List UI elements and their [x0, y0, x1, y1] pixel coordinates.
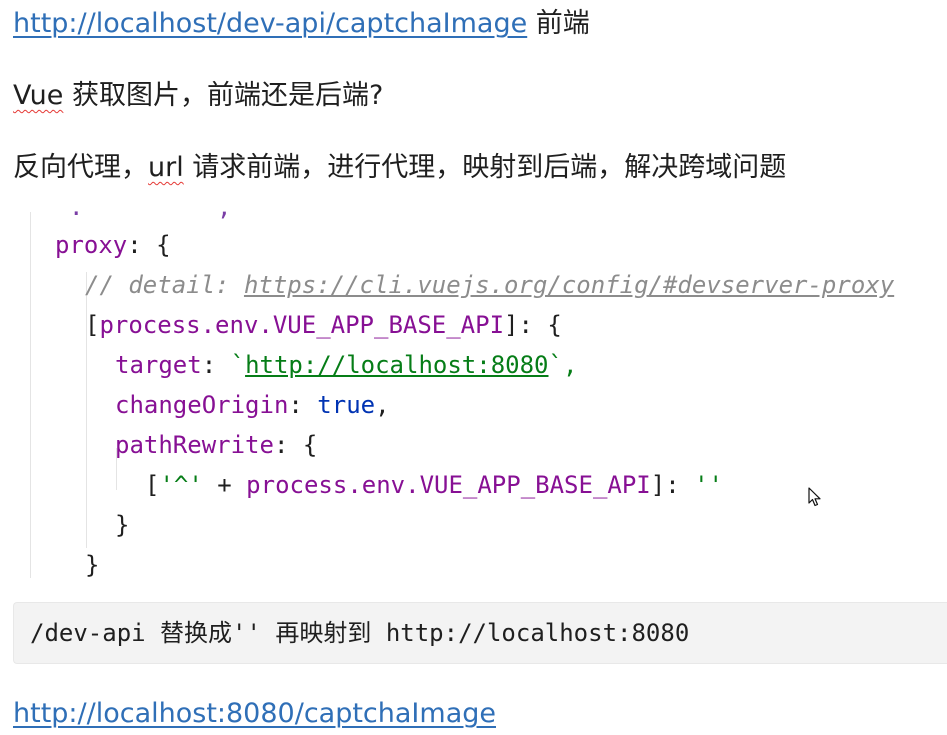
mouse-pointer-icon — [808, 487, 821, 507]
code-line-rewrite-rule: ['^' + process.env.VUE_APP_BASE_API]: '' — [145, 470, 723, 500]
note-line-1-text: 前端 — [527, 8, 590, 39]
note-line-3-pre: 反向代理， — [13, 152, 148, 183]
code-line-target: target: `http://localhost:8080`, — [115, 350, 577, 380]
code-punct: ]: { — [504, 311, 562, 339]
note-line-2: Vue 获取图片，前端还是后端? — [13, 78, 383, 114]
code-punct: + — [202, 471, 247, 499]
captcha-8080-link[interactable]: http://localhost:8080/captchaImage — [13, 698, 496, 729]
code-line-close-inner: } — [115, 510, 129, 540]
empty-string: '' — [694, 471, 724, 499]
path-rewrite-key: pathRewrite — [115, 431, 274, 459]
change-origin-key: changeOrigin — [115, 391, 289, 419]
true-value: true — [317, 391, 376, 419]
caret-string: '^' — [159, 471, 203, 499]
note-line-3: 反向代理，url 请求前端，进行代理，映射到后端，解决跨域问题 — [13, 150, 786, 186]
url-word: url — [148, 152, 184, 183]
env-expression: process.env.VUE_APP_BASE_API — [246, 471, 651, 499]
backtick: ` — [230, 351, 246, 379]
comment-url[interactable]: https://cli.vuejs.org/config/#devserver-… — [244, 271, 894, 299]
code-line-path-rewrite: pathRewrite: { — [115, 430, 317, 460]
note-line-4: http://localhost:8080/captchaImage — [13, 696, 496, 732]
code-line-proxy: proxy: { — [55, 230, 171, 260]
code-punct: : { — [127, 231, 171, 259]
code-block: . , proxy: { // detail: https://cli.vuej… — [12, 200, 947, 585]
code-line-close-outer: } — [85, 550, 99, 580]
target-url[interactable]: http://localhost:8080 — [245, 351, 548, 379]
code-punct: [ — [145, 471, 160, 499]
note-line-1: http://localhost/dev-api/captchaImage 前端 — [13, 6, 590, 42]
code-punct: , — [375, 391, 390, 419]
note-line-2-text: 获取图片，前端还是后端? — [63, 80, 384, 111]
captcha-dev-api-link[interactable]: http://localhost/dev-api/captchaImage — [13, 8, 527, 39]
code-punct: : { — [273, 431, 318, 459]
comment-prefix: // detail: — [85, 271, 244, 299]
code-punct: : — [201, 351, 231, 379]
code-line-comment: // detail: https://cli.vuejs.org/config/… — [85, 270, 894, 300]
vue-word: Vue — [13, 80, 64, 111]
code-punct: : — [288, 391, 318, 419]
note-line-3-post: 请求前端，进行代理，映射到后端，解决跨域问题 — [183, 152, 787, 183]
code-punct: ]: — [650, 471, 695, 499]
code-top-fragment: . , — [69, 200, 234, 221]
code-line-change-origin: changeOrigin: true, — [115, 390, 390, 420]
page: http://localhost/dev-api/captchaImage 前端… — [0, 0, 947, 735]
env-expression: process.env.VUE_APP_BASE_API — [99, 311, 505, 339]
inline-code-box: /dev-api 替换成'' 再映射到 http://localhost:808… — [13, 602, 947, 664]
code-punct: [ — [85, 311, 100, 339]
indent-guide — [30, 212, 31, 578]
backtick-comma: `, — [548, 351, 578, 379]
closing-brace: } — [85, 551, 100, 579]
proxy-key: proxy — [55, 231, 128, 259]
target-key: target — [115, 351, 202, 379]
closing-brace: } — [115, 511, 130, 539]
code-line-env-key: [process.env.VUE_APP_BASE_API]: { — [85, 310, 562, 340]
